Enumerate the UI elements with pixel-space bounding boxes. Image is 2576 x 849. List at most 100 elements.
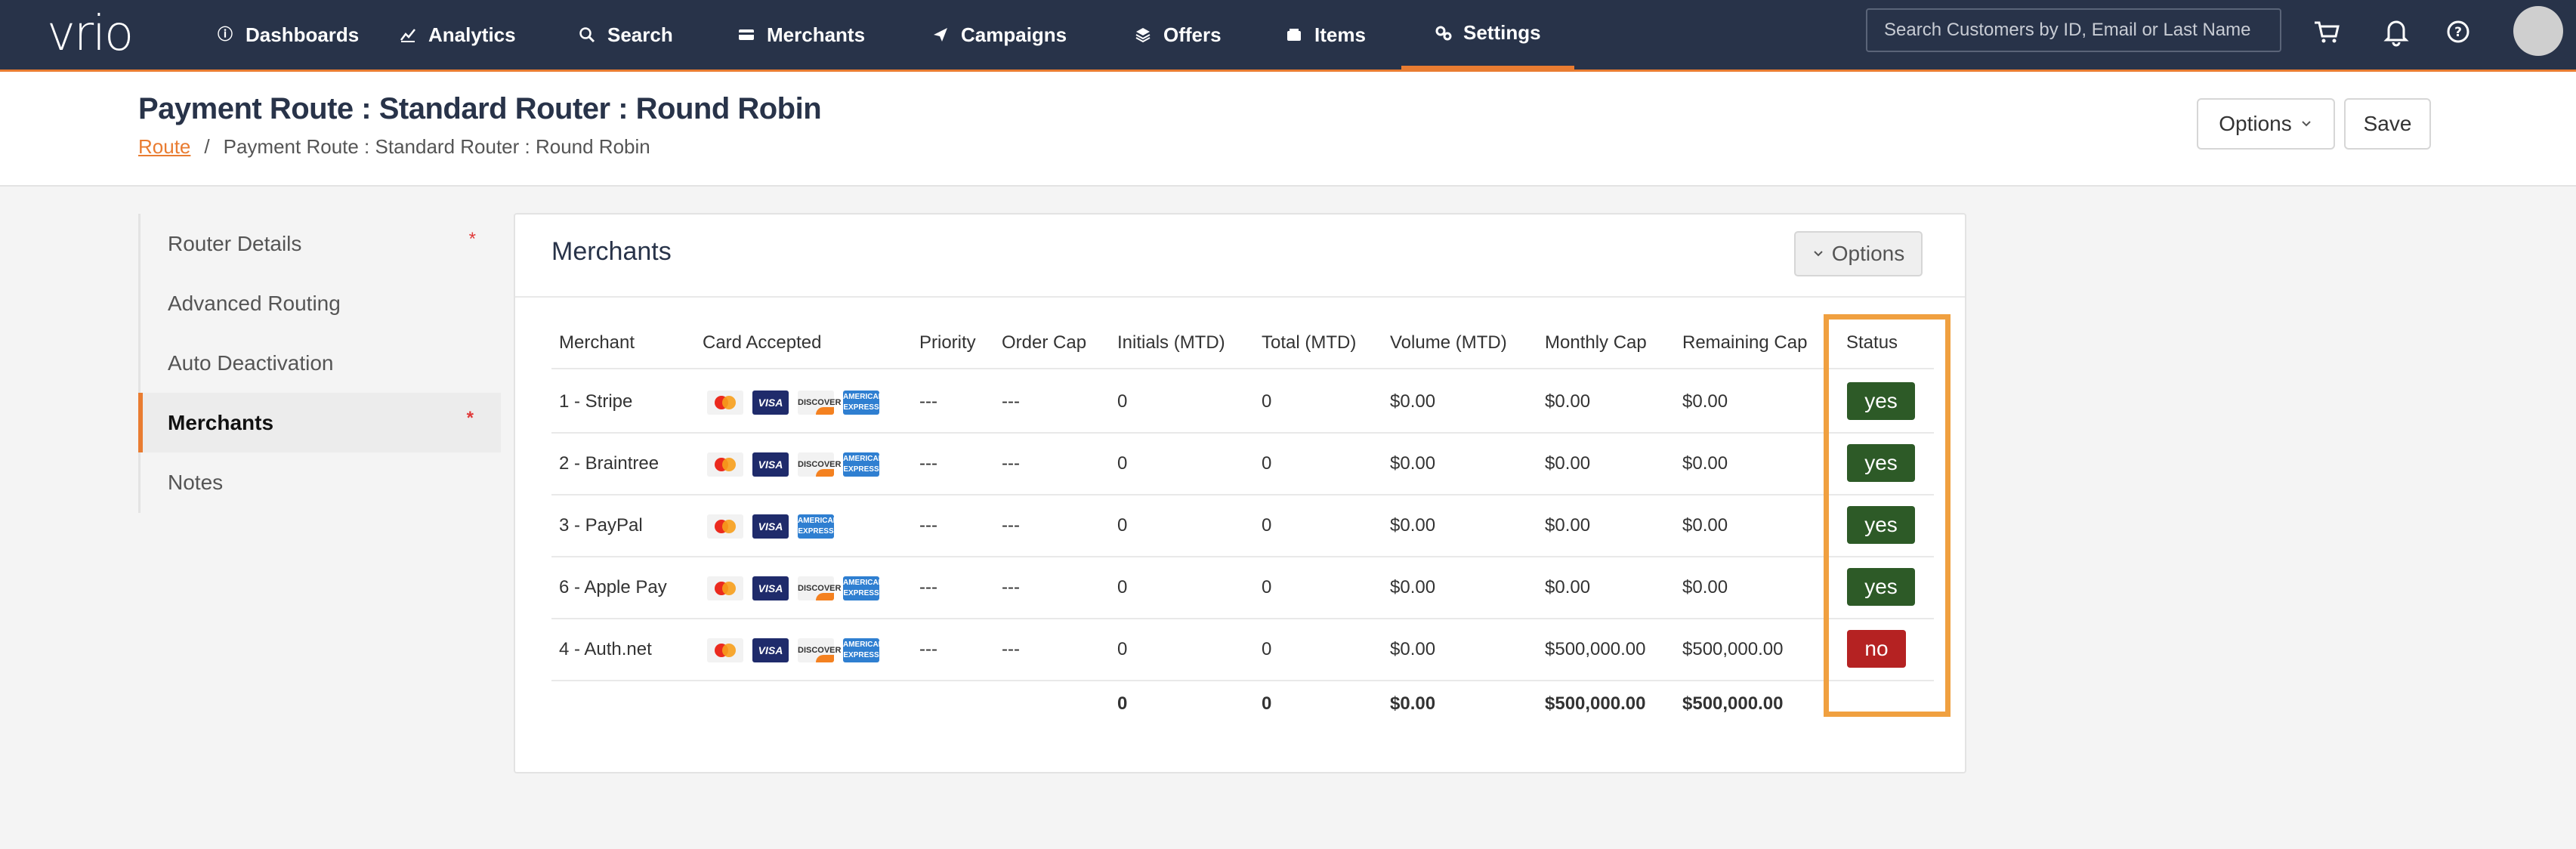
nav-analytics[interactable]: Analytics (400, 0, 516, 69)
total-monthly-cap: $500,000.00 (1545, 693, 1646, 714)
amex-icon: AMERICAN EXPRESS (843, 638, 884, 662)
user-avatar[interactable] (2513, 6, 2563, 56)
cell-merchant[interactable]: 4 - Auth.net (559, 639, 652, 660)
sidebar-item-advanced-routing[interactable]: Advanced Routing (141, 273, 503, 333)
cell-monthly-cap: $0.00 (1545, 515, 1591, 536)
nav-campaigns[interactable]: Campaigns (932, 0, 1067, 69)
cell-merchant[interactable]: 3 - PayPal (559, 515, 643, 536)
row-divider (551, 556, 1934, 557)
card-options-button[interactable]: Options (1794, 231, 1923, 276)
nav-settings[interactable]: Settings (1401, 0, 1574, 69)
total-total: 0 (1262, 693, 1272, 714)
cell-monthly-cap: $500,000.00 (1545, 639, 1646, 659)
page-title: Payment Route : Standard Router : Round … (138, 92, 822, 125)
cell-volume: $0.00 (1390, 577, 1436, 597)
svg-text:?: ? (2454, 25, 2462, 40)
col-header-initials[interactable]: Initials (MTD) (1117, 332, 1225, 353)
sidebar-item-notes[interactable]: Notes (141, 452, 503, 512)
col-header-priority[interactable]: Priority (919, 332, 976, 353)
card-icon (738, 26, 755, 43)
sidebar-item-auto-deactivation[interactable]: Auto Deactivation (141, 333, 503, 393)
sidebar-item-merchants[interactable]: Merchants * (138, 393, 501, 452)
amex-icon: AMERICAN EXPRESS (843, 391, 884, 415)
required-marker: * (466, 408, 474, 428)
discover-icon: DISCOVER (798, 576, 841, 600)
row-divider (551, 618, 1934, 619)
breadcrumb-route-link[interactable]: Route (138, 135, 190, 158)
visa-icon: VISA (752, 391, 789, 415)
row-divider (551, 680, 1934, 681)
nav-items[interactable]: Items (1286, 0, 1366, 69)
cell-total: 0 (1262, 391, 1272, 412)
breadcrumb: Route / Payment Route : Standard Router : … (138, 135, 650, 159)
cell-remaining-cap: $0.00 (1682, 453, 1728, 474)
cell-priority: --- (919, 639, 937, 659)
cell-total: 0 (1262, 577, 1272, 597)
cell-total: 0 (1262, 639, 1272, 659)
customer-search-input[interactable]: Search Customers by ID, Email or Last Na… (1866, 8, 2281, 52)
nav-dashboards[interactable]: ⓘ Dashboards (217, 0, 359, 69)
discover-icon: DISCOVER (798, 391, 841, 415)
total-initials: 0 (1117, 693, 1128, 714)
amex-icon: AMERICAN EXPRESS (843, 452, 884, 477)
mastercard-icon (707, 452, 743, 477)
nav-merchants[interactable]: Merchants (738, 0, 865, 69)
status-column-highlight (1824, 314, 1951, 717)
col-header-merchant[interactable]: Merchant (559, 332, 635, 353)
search-icon (579, 26, 595, 43)
chart-icon (400, 26, 416, 43)
table-header-divider (551, 368, 1934, 369)
cell-priority: --- (919, 453, 937, 474)
mastercard-icon (707, 514, 743, 539)
chevron-down-icon (1814, 251, 1823, 257)
bell-icon[interactable] (2381, 17, 2411, 47)
row-divider (551, 494, 1934, 496)
cell-monthly-cap: $0.00 (1545, 577, 1591, 597)
cell-initials: 0 (1117, 515, 1128, 536)
col-header-monthly-cap[interactable]: Monthly Cap (1545, 332, 1647, 353)
cell-order-cap: --- (1002, 453, 1020, 474)
col-header-total[interactable]: Total (MTD) (1262, 332, 1356, 353)
help-icon[interactable]: ? (2443, 17, 2473, 47)
cell-order-cap: --- (1002, 577, 1020, 597)
cell-remaining-cap: $0.00 (1682, 515, 1728, 536)
box-icon (1286, 26, 1302, 43)
visa-icon: VISA (752, 638, 789, 662)
cell-merchant[interactable]: 1 - Stripe (559, 391, 632, 412)
page-header: Payment Route : Standard Router : Round … (0, 72, 2576, 187)
col-header-volume[interactable]: Volume (MTD) (1390, 332, 1507, 353)
cell-volume: $0.00 (1390, 515, 1436, 536)
side-menu: Router Details * Advanced Routing Auto De… (138, 214, 501, 513)
cell-total: 0 (1262, 515, 1272, 536)
col-header-order-cap[interactable]: Order Cap (1002, 332, 1086, 353)
cell-merchant[interactable]: 2 - Braintree (559, 453, 659, 474)
cart-icon[interactable] (2312, 17, 2342, 47)
mastercard-icon (707, 638, 743, 662)
total-remaining-cap: $500,000.00 (1682, 693, 1784, 714)
breadcrumb-separator: / (204, 135, 210, 158)
sidebar-item-router-details[interactable]: Router Details * (141, 214, 503, 273)
col-header-card-accepted[interactable]: Card Accepted (703, 332, 821, 353)
header-options-button[interactable]: Options (2197, 98, 2335, 150)
save-button[interactable]: Save (2344, 98, 2431, 150)
cell-remaining-cap: $0.00 (1682, 391, 1728, 412)
nav-search[interactable]: Search (579, 0, 673, 69)
visa-icon: VISA (752, 576, 789, 600)
required-marker: * (468, 229, 476, 249)
cell-monthly-cap: $0.00 (1545, 391, 1591, 412)
visa-icon: VISA (752, 452, 789, 477)
cell-volume: $0.00 (1390, 453, 1436, 474)
nav-offers[interactable]: Offers (1135, 0, 1222, 69)
cell-monthly-cap: $0.00 (1545, 453, 1591, 474)
col-header-remaining-cap[interactable]: Remaining Cap (1682, 332, 1807, 353)
discover-icon: DISCOVER (798, 638, 841, 662)
amex-icon: AMERICAN EXPRESS (843, 576, 884, 600)
top-navbar: vrio ⓘ Dashboards Analytics Search Mercha… (0, 0, 2576, 72)
merchants-card: Merchants Options Merchant Card Accepted… (514, 213, 1966, 773)
breadcrumb-current: Payment Route : Standard Router : Round … (223, 135, 650, 158)
vrio-logo[interactable]: vrio (47, 8, 134, 60)
cell-priority: --- (919, 515, 937, 536)
cell-order-cap: --- (1002, 391, 1020, 412)
cell-merchant[interactable]: 6 - Apple Pay (559, 577, 667, 598)
cell-volume: $0.00 (1390, 391, 1436, 412)
